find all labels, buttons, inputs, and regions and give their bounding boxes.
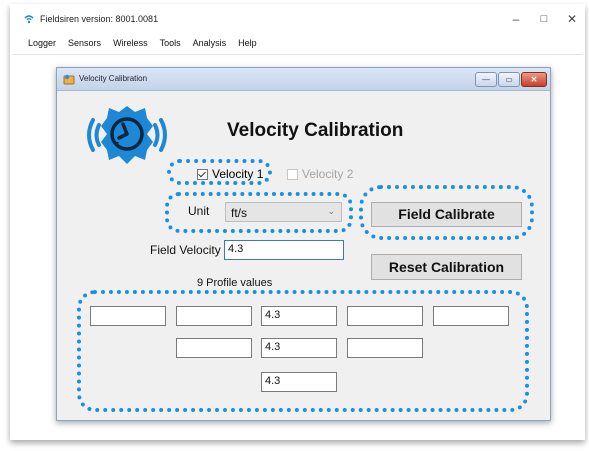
menu-analysis[interactable]: Analysis: [187, 34, 233, 52]
dialog-title-bar: Velocity Calibration — ▭ ✕: [57, 68, 550, 91]
menu-wireless[interactable]: Wireless: [107, 34, 154, 52]
velocity2-label: Velocity 2: [302, 167, 354, 181]
close-button[interactable]: ✕: [562, 10, 582, 28]
reset-calibration-button[interactable]: Reset Calibration: [371, 254, 522, 280]
page-title: Velocity Calibration: [227, 120, 404, 141]
wifi-app-icon: [24, 15, 34, 24]
velocity-sensor-logo-icon: [87, 106, 167, 164]
menu-sensors[interactable]: Sensors: [62, 34, 107, 52]
field-calibrate-highlight: [359, 185, 534, 240]
velocity1-highlight: [167, 159, 272, 185]
minimize-button[interactable]: –: [506, 10, 526, 28]
field-velocity-input[interactable]: 4.3: [224, 240, 344, 260]
unit-highlight: [165, 192, 353, 233]
dialog-close-button[interactable]: ✕: [521, 72, 547, 87]
velocity2-checkbox: Velocity 2: [287, 167, 353, 181]
velocity-calibration-dialog: Velocity Calibration — ▭ ✕ Velocity Cali…: [56, 67, 551, 421]
checkbox-unchecked-icon: [287, 168, 298, 180]
dialog-app-icon: [63, 74, 75, 85]
maximize-button[interactable]: □: [534, 10, 554, 28]
app-title: Fieldsiren version: 8001.0081: [40, 14, 159, 24]
menu-bar: Logger Sensors Wireless Tools Analysis H…: [10, 34, 585, 52]
field-velocity-label: Field Velocity: [150, 243, 221, 257]
dialog-maximize-button[interactable]: ▭: [498, 72, 520, 87]
menu-logger[interactable]: Logger: [10, 34, 62, 52]
dialog-minimize-button[interactable]: —: [475, 72, 497, 87]
title-bar: Fieldsiren version: 8001.0081 – □ ✕: [10, 4, 585, 32]
dialog-title: Velocity Calibration: [79, 74, 148, 83]
menu-tools[interactable]: Tools: [154, 34, 187, 52]
profile-values-label: 9 Profile values: [197, 277, 273, 289]
menu-help[interactable]: Help: [232, 34, 263, 52]
profile-values-highlight: [77, 290, 529, 412]
